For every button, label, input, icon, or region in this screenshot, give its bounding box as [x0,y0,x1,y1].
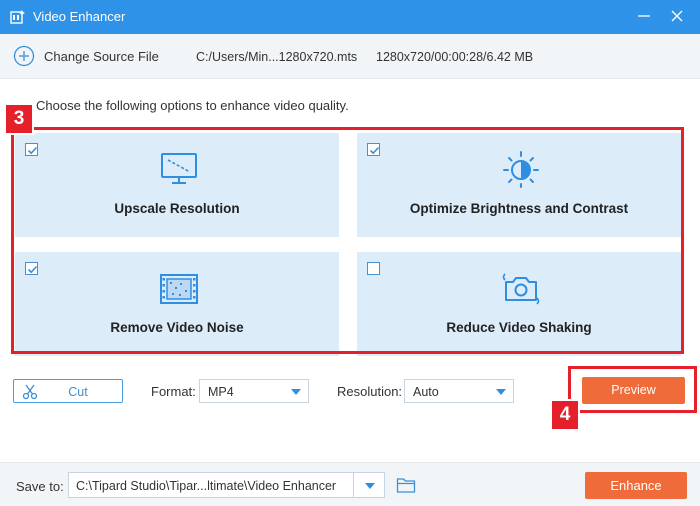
instruction-text: Choose the following options to enhance … [36,98,349,113]
cut-label: Cut [68,385,88,399]
format-label: Format: [151,384,196,399]
app-logo-icon [10,10,25,24]
resolution-select[interactable]: Auto [404,379,514,403]
save-path-value: C:\Tipard Studio\Tipar...ltimate\Video E… [76,479,337,493]
step-badge-3: 3 [4,103,34,135]
options-highlight-frame [11,127,684,354]
enhance-button[interactable]: Enhance [585,472,687,499]
change-source-file-button[interactable]: Change Source File [44,49,159,64]
folder-icon[interactable] [396,476,416,494]
step-badge-4: 4 [550,399,580,431]
window-title: Video Enhancer [33,9,126,24]
add-file-icon[interactable] [13,45,35,67]
close-icon[interactable] [667,6,687,26]
source-file-bar: Change Source File C:/Users/Min...1280x7… [0,34,700,79]
save-path-field[interactable]: C:\Tipard Studio\Tipar...ltimate\Video E… [68,472,385,498]
source-file-path: C:/Users/Min...1280x720.mts [196,50,358,64]
format-select[interactable]: MP4 [199,379,309,403]
save-to-label: Save to: [16,479,64,494]
chevron-down-icon [291,389,301,395]
chevron-down-icon [496,389,506,395]
format-value: MP4 [208,385,234,399]
chevron-down-icon[interactable] [365,483,375,489]
dropdown-divider [353,473,354,497]
resolution-label: Resolution: [337,384,403,399]
cut-button[interactable]: Cut [13,379,123,403]
title-bar: Video Enhancer [0,0,700,34]
resolution-value: Auto [413,385,439,399]
save-bar: Save to: C:\Tipard Studio\Tipar...ltimat… [0,462,700,506]
source-file-info: 1280x720/00:00:28/6.42 MB [376,50,534,64]
minimize-icon[interactable] [634,6,654,26]
preview-highlight-frame [568,366,697,413]
